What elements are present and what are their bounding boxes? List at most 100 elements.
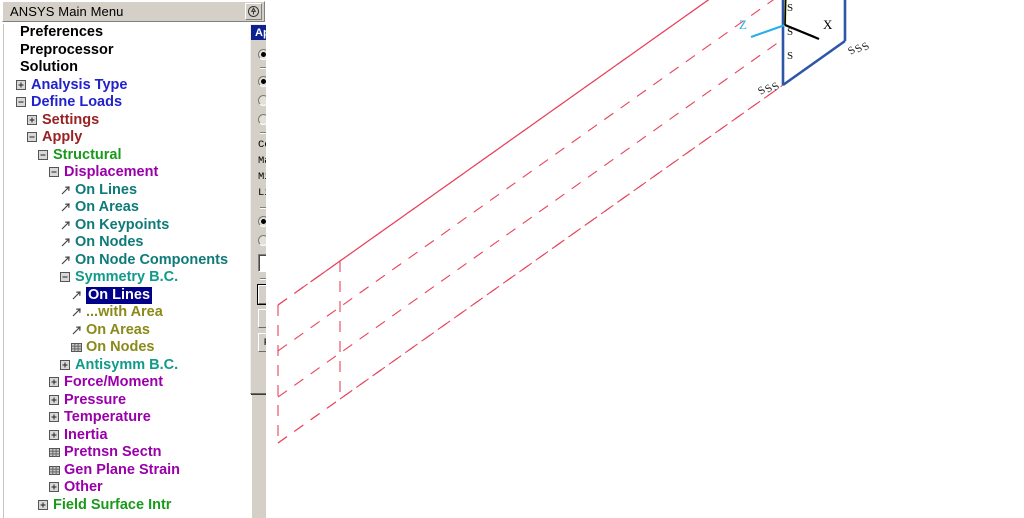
- tree-item-force-moment[interactable]: Force/Moment: [5, 374, 249, 392]
- tree-item-antisymm-b-c[interactable]: Antisymm B.C.: [5, 357, 249, 375]
- minus-bullet-icon[interactable]: [16, 97, 29, 108]
- tree-item-label: On Node Components: [75, 251, 229, 268]
- arrow-bullet-icon[interactable]: [60, 202, 73, 213]
- tree-item-other[interactable]: Other: [5, 479, 249, 497]
- tree-item-label: On Areas: [86, 321, 150, 338]
- symmetry-marker: S: [787, 26, 793, 38]
- no-bullet-icon: [5, 45, 18, 56]
- pin-circle-icon[interactable]: [245, 3, 262, 20]
- plus-bullet-icon[interactable]: [49, 482, 62, 493]
- tree-item-label: Gen Plane Strain: [64, 461, 181, 478]
- tree-item-label: On Nodes: [86, 339, 155, 355]
- minus-bullet-icon[interactable]: [27, 132, 40, 143]
- plus-bullet-icon[interactable]: [49, 412, 62, 423]
- minus-bullet-icon[interactable]: [38, 149, 51, 161]
- tree-item-preprocessor[interactable]: Preprocessor: [5, 42, 249, 60]
- no-bullet-icon: [5, 62, 18, 73]
- tree-item-inertia[interactable]: Inertia: [5, 427, 249, 445]
- tree-item-on-keypoints[interactable]: On Keypoints: [5, 217, 249, 235]
- tree-item-on-areas[interactable]: On Areas: [5, 322, 249, 340]
- tree-item-label: Displacement: [64, 164, 159, 180]
- grid-bullet-icon[interactable]: [71, 342, 84, 353]
- arrow-bullet-icon[interactable]: [60, 220, 73, 231]
- arrow-bullet-icon[interactable]: [60, 237, 73, 248]
- tree-item-label: Field Surface Intr: [53, 496, 172, 513]
- tree-item-label: On Nodes: [75, 234, 144, 250]
- minus-bullet-icon[interactable]: [49, 167, 62, 178]
- main-menu-tree: Preferences Preprocessor Solution Analysis …: [5, 24, 249, 518]
- tree-item-label: Apply: [42, 129, 83, 145]
- tree-item-pressure[interactable]: Pressure: [5, 392, 249, 410]
- tree-item-on-lines[interactable]: On Lines: [5, 286, 249, 304]
- tree-item-label: On Areas: [75, 199, 139, 215]
- tree-item-symmetry-b-c[interactable]: Symmetry B.C.: [5, 269, 249, 287]
- tree-item-label: Inertia: [64, 426, 108, 443]
- tree-item-label: Settings: [42, 111, 100, 128]
- tree-item-label: Analysis Type: [31, 76, 128, 93]
- symmetry-marker: S: [787, 50, 793, 62]
- main-menu-title: ANSYS Main Menu: [10, 4, 124, 19]
- tree-item-temperature[interactable]: Temperature: [5, 409, 249, 427]
- plus-bullet-icon[interactable]: [49, 377, 62, 388]
- axis-label: X: [823, 17, 833, 32]
- tree-item-label: Structural: [53, 146, 122, 163]
- plus-bullet-icon[interactable]: [38, 499, 51, 511]
- tree-item-label: On Lines: [86, 286, 153, 304]
- arrow-bullet-icon[interactable]: [71, 325, 84, 336]
- tree-item-apply[interactable]: Apply: [5, 129, 249, 147]
- tree-item-settings[interactable]: Settings: [5, 112, 249, 130]
- ansys-main-menu-panel: ANSYS Main Menu Preferences Preprocessor S…: [0, 0, 266, 518]
- tree-item-gen-plane-strain[interactable]: Gen Plane Strain: [5, 462, 249, 480]
- tree-item-label: Force/Moment: [64, 374, 164, 390]
- tree-item-label: Symmetry B.C.: [75, 269, 179, 285]
- axis-line: [750, 23, 786, 39]
- plus-bullet-icon[interactable]: [27, 114, 40, 126]
- grid-bullet-icon[interactable]: [49, 447, 62, 458]
- tree-item-label: Preprocessor: [20, 41, 114, 58]
- tree-item-label: On Keypoints: [75, 216, 170, 233]
- axis-label: Z: [739, 17, 747, 32]
- tree-item-label: Preferences: [20, 24, 104, 40]
- tree-item-pretnsn-sectn[interactable]: Pretnsn Sectn: [5, 444, 249, 462]
- model-wireframe: YXZ SSSSSSSSSSSSSSSSS: [277, 0, 872, 444]
- tree-item-field-surface-intr[interactable]: Field Surface Intr: [5, 497, 249, 515]
- ansys-application-window: ANSYS Main Menu Preferences Preprocessor S…: [0, 0, 1024, 518]
- symmetry-markers: SSSSSSSSSSSSSSSSS: [756, 2, 872, 97]
- grid-bullet-icon[interactable]: [49, 465, 62, 476]
- arrow-bullet-icon[interactable]: [71, 307, 84, 318]
- main-menu-titlebar: ANSYS Main Menu: [2, 1, 265, 22]
- tree-item-on-areas[interactable]: On Areas: [5, 199, 249, 217]
- tree-item-structural[interactable]: Structural: [5, 147, 249, 165]
- arrow-bullet-icon[interactable]: [60, 255, 73, 266]
- tree-item-solution[interactable]: Solution: [5, 59, 249, 77]
- tree-item-label: Antisymm B.C.: [75, 356, 179, 373]
- arrow-bullet-icon[interactable]: [71, 290, 84, 301]
- plus-bullet-icon[interactable]: [60, 359, 73, 371]
- tree-item-preferences[interactable]: Preferences: [5, 24, 249, 42]
- tree-item-on-node-components[interactable]: On Node Components: [5, 252, 249, 270]
- menu-vertical-scrollbar-left[interactable]: [0, 24, 4, 518]
- plus-bullet-icon[interactable]: [49, 394, 62, 406]
- tree-item-on-nodes[interactable]: On Nodes: [5, 339, 249, 357]
- no-bullet-icon: [5, 27, 18, 38]
- plus-bullet-icon[interactable]: [16, 79, 29, 91]
- tree-item-label: Pressure: [64, 391, 127, 408]
- tree-item-with-area[interactable]: ...with Area: [5, 304, 249, 322]
- tree-item-label: Define Loads: [31, 94, 123, 110]
- graphics-viewport[interactable]: YXZ SSSSSSSSSSSSSSSSS: [266, 0, 1024, 518]
- tree-item-label: Temperature: [64, 409, 151, 425]
- arrow-bullet-icon[interactable]: [60, 185, 73, 196]
- tree-item-on-nodes[interactable]: On Nodes: [5, 234, 249, 252]
- plus-bullet-icon[interactable]: [49, 429, 62, 441]
- tree-item-label: Pretnsn Sectn: [64, 444, 162, 460]
- symmetry-marker: S: [787, 2, 793, 14]
- tree-item-define-loads[interactable]: Define Loads: [5, 94, 249, 112]
- coordinate-triad: YXZ: [739, 0, 833, 41]
- tree-item-analysis-type[interactable]: Analysis Type: [5, 77, 249, 95]
- tree-item-label: Other: [64, 479, 103, 495]
- tree-item-displacement[interactable]: Displacement: [5, 164, 249, 182]
- tree-item-label: Solution: [20, 59, 78, 75]
- tree-item-label: ...with Area: [86, 304, 163, 320]
- minus-bullet-icon[interactable]: [60, 272, 73, 283]
- tree-item-on-lines[interactable]: On Lines: [5, 182, 249, 200]
